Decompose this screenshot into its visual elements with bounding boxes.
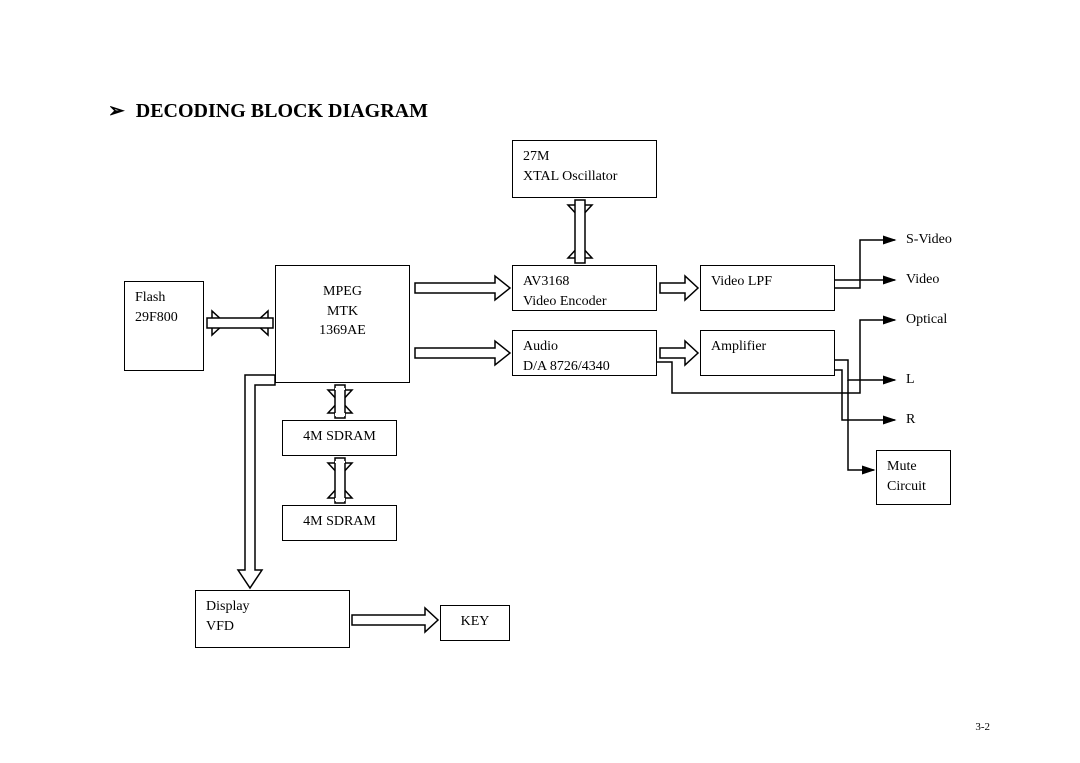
venc-l1: AV3168 <box>523 272 646 292</box>
label-svideo: S-Video <box>906 232 952 248</box>
mpeg-l3: 1369AE <box>286 321 399 341</box>
mpeg-l1: MPEG <box>286 282 399 302</box>
adac-l1: Audio <box>523 337 646 357</box>
xtal-l1: 27M <box>523 147 646 167</box>
key-l1: KEY <box>451 612 499 632</box>
amp-l1: Amplifier <box>711 337 824 357</box>
label-r: R <box>906 412 915 428</box>
label-optical: Optical <box>906 312 947 328</box>
block-venc: AV3168 Video Encoder <box>512 265 657 311</box>
block-display: Display VFD <box>195 590 350 648</box>
page-number: 3-2 <box>975 721 990 733</box>
block-adac: Audio D/A 8726/4340 <box>512 330 657 376</box>
sdram1-l1: 4M SDRAM <box>293 427 386 447</box>
block-amp: Amplifier <box>700 330 835 376</box>
mute-l1: Mute <box>887 457 940 477</box>
display-l2: VFD <box>206 617 339 637</box>
xtal-l2: XTAL Oscillator <box>523 167 646 187</box>
block-mpeg: MPEG MTK 1369AE <box>275 265 410 383</box>
mpeg-l2: MTK <box>286 302 399 322</box>
title-text: DECODING BLOCK DIAGRAM <box>136 100 428 122</box>
display-l1: Display <box>206 597 339 617</box>
mute-l2: Circuit <box>887 477 940 497</box>
block-xtal: 27M XTAL Oscillator <box>512 140 657 198</box>
flash-l1: Flash <box>135 288 193 308</box>
block-sdram2: 4M SDRAM <box>282 505 397 541</box>
sdram2-l1: 4M SDRAM <box>293 512 386 532</box>
adac-l2: D/A 8726/4340 <box>523 357 646 377</box>
venc-l2: Video Encoder <box>523 292 646 312</box>
flash-l2: 29F800 <box>135 308 193 328</box>
block-vlpf: Video LPF <box>700 265 835 311</box>
vlpf-l1: Video LPF <box>711 272 824 292</box>
label-l: L <box>906 372 915 388</box>
block-flash: Flash 29F800 <box>124 281 204 371</box>
page-title: ➢ DECODING BLOCK DIAGRAM <box>108 98 428 123</box>
bullet-icon: ➢ <box>108 100 125 122</box>
block-key: KEY <box>440 605 510 641</box>
label-video: Video <box>906 272 939 288</box>
block-mute: Mute Circuit <box>876 450 951 505</box>
block-sdram1: 4M SDRAM <box>282 420 397 456</box>
